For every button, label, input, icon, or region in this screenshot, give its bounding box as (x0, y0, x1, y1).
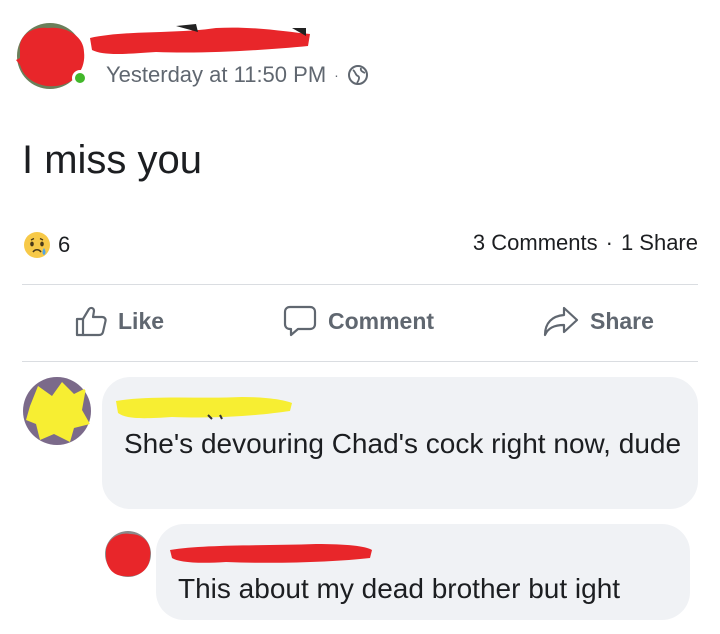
online-status-dot (72, 70, 88, 86)
comments-count-link[interactable]: 3 Comments (473, 230, 598, 256)
globe-icon[interactable] (347, 64, 369, 86)
reaction-count: 6 (58, 232, 71, 257)
author-name-redaction (90, 24, 310, 54)
divider-bottom (22, 361, 698, 362)
comment-label: Comment (328, 307, 435, 334)
post-text: I miss you (22, 138, 203, 182)
share-button[interactable]: Share (542, 304, 654, 338)
reply-bubble[interactable]: This about my dead brother but ight (156, 524, 690, 620)
shares-count-link[interactable]: 1 Share (621, 230, 698, 256)
post-stats: 3 Comments · 1 Share (473, 230, 698, 256)
like-label: Like (118, 307, 165, 334)
like-button[interactable]: Like (74, 304, 164, 338)
sad-reaction-icon (24, 232, 50, 258)
comment-button[interactable]: Comment (282, 304, 434, 338)
commenter-name-redaction (116, 397, 292, 420)
comment-avatar-redacted[interactable] (22, 376, 92, 446)
thumbs-up-icon (75, 306, 107, 337)
share-label: Share (590, 307, 654, 334)
meta-separator: · (334, 67, 339, 83)
comment-text: She's devouring Chad's cock right now, d… (124, 428, 682, 459)
reactions-summary[interactable]: 6 (22, 230, 70, 260)
reply-name-redaction (170, 544, 372, 563)
reply-avatar-redacted[interactable] (104, 530, 152, 578)
divider-top (22, 284, 698, 285)
comment-bubble-icon (283, 305, 317, 337)
comment-bubble[interactable]: She's devouring Chad's cock right now, d… (102, 377, 698, 509)
reply-text: This about my dead brother but ight (178, 573, 621, 604)
post-meta: Yesterday at 11:50 PM · (106, 62, 369, 88)
share-arrow-icon (543, 306, 579, 337)
post-timestamp[interactable]: Yesterday at 11:50 PM (106, 62, 326, 88)
stats-separator: · (605, 230, 613, 255)
